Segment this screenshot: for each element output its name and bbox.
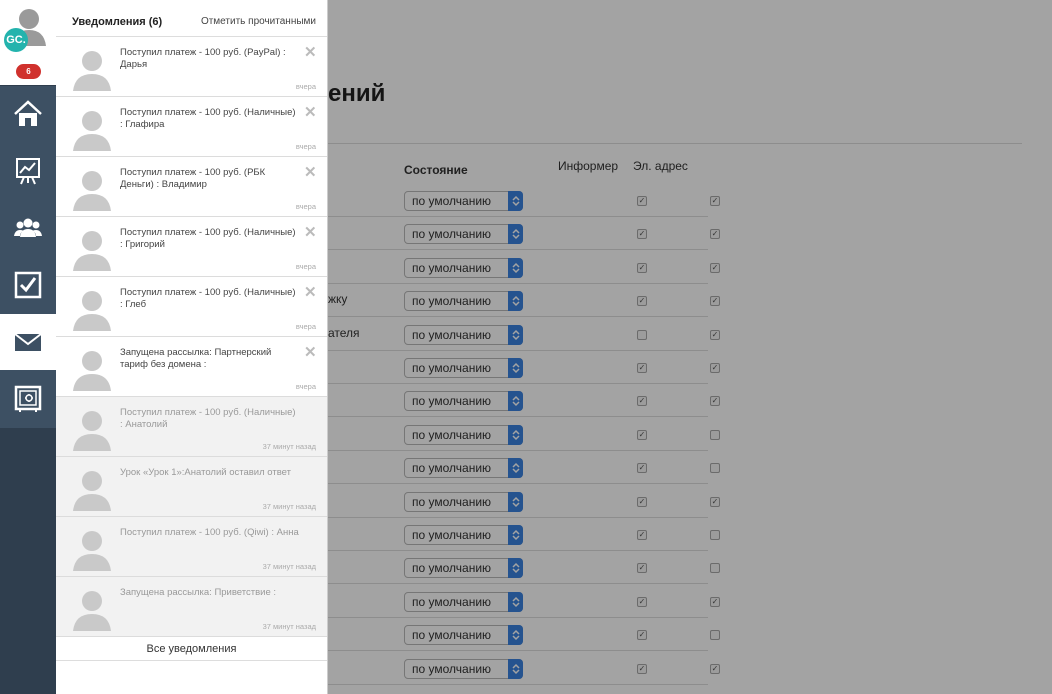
notification-text: Поступил платеж - 100 руб. (Наличные) : … (120, 287, 296, 310)
notification-time: вчера (295, 382, 316, 391)
notification-text: Запущена рассылка: Партнерский тариф без… (120, 347, 272, 370)
nav-tasks[interactable] (0, 257, 56, 313)
notification-time: вчера (295, 142, 316, 151)
user-menu[interactable]: GC. 6 (0, 0, 56, 85)
notification-time: 37 минут назад (262, 562, 316, 571)
notification-item[interactable]: Поступил платеж - 100 руб. (Наличные) : … (56, 217, 327, 277)
sender-avatar-icon (73, 231, 111, 271)
notification-text: Поступил платеж - 100 руб. (Наличные) : … (120, 227, 296, 250)
notifications-list: Поступил платеж - 100 руб. (PayPal) : Да… (56, 37, 327, 637)
sender-avatar-icon (73, 591, 111, 631)
notification-item[interactable]: Запущена рассылка: Партнерский тариф без… (56, 337, 327, 397)
notifications-title: Уведомления (6) (72, 16, 163, 28)
sender-avatar-icon (73, 531, 111, 571)
app-sidebar: GC. 6 (0, 0, 56, 694)
notification-item[interactable]: Поступил платеж - 100 руб. (PayPal) : Да… (56, 37, 327, 97)
notification-item[interactable]: Поступил платеж - 100 руб. (Наличные) : … (56, 397, 327, 457)
notification-text: Поступил платеж - 100 руб. (Наличные) : … (120, 107, 296, 130)
user-initials: GC. (4, 28, 28, 52)
nav-home[interactable] (0, 86, 56, 142)
notification-item[interactable]: Поступил платеж - 100 руб. (РБК Деньги) … (56, 157, 327, 217)
sender-avatar-icon (73, 171, 111, 211)
nav-safe[interactable] (0, 371, 56, 427)
dismiss-notification-icon[interactable]: ✕ (304, 165, 317, 180)
notification-text: Поступил платеж - 100 руб. (РБК Деньги) … (120, 167, 266, 190)
notification-time: вчера (295, 82, 316, 91)
notification-text: Поступил платеж - 100 руб. (PayPal) : Да… (120, 47, 286, 70)
notification-time: вчера (295, 202, 316, 211)
notification-item[interactable]: Поступил платеж - 100 руб. (Qiwi) : Анна… (56, 517, 327, 577)
dismiss-notification-icon[interactable]: ✕ (304, 105, 317, 120)
notification-time: вчера (295, 262, 316, 271)
notifications-panel: Уведомления (6) Отметить прочитанными По… (56, 0, 328, 694)
sender-avatar-icon (73, 111, 111, 151)
notification-time: вчера (295, 322, 316, 331)
mail-icon (14, 333, 42, 351)
notification-time: 37 минут назад (262, 502, 316, 511)
notification-item[interactable]: Поступил платеж - 100 руб. (Наличные) : … (56, 97, 327, 157)
mark-all-read-link[interactable]: Отметить прочитанными (201, 16, 316, 27)
sender-avatar-icon (73, 291, 111, 331)
notification-count-badge[interactable]: 6 (16, 64, 41, 79)
users-icon (14, 218, 42, 237)
home-icon (14, 100, 42, 126)
notification-text: Поступил платеж - 100 руб. (Наличные) : … (120, 407, 296, 430)
notification-item[interactable]: Урок «Урок 1»:Анатолий оставил ответ 37 м… (56, 457, 327, 517)
nav-users[interactable] (0, 200, 56, 256)
dismiss-notification-icon[interactable]: ✕ (304, 345, 317, 360)
notification-text: Запущена рассылка: Приветствие : (120, 587, 277, 598)
safe-icon (14, 385, 42, 412)
dismiss-notification-icon[interactable]: ✕ (304, 45, 317, 60)
dismiss-notification-icon[interactable]: ✕ (304, 225, 317, 240)
notification-time: 37 минут назад (262, 442, 316, 451)
notification-time: 37 минут назад (262, 622, 316, 631)
sender-avatar-icon (73, 51, 111, 91)
notification-item[interactable]: Запущена рассылка: Приветствие : 37 минут… (56, 577, 327, 637)
sender-avatar-icon (73, 471, 111, 511)
nav-messages[interactable] (0, 314, 56, 370)
notification-text: Поступил платеж - 100 руб. (Qiwi) : Анна (120, 527, 299, 538)
all-notifications-link[interactable]: Все уведомления (56, 637, 327, 661)
sender-avatar-icon (73, 411, 111, 451)
sender-avatar-icon (73, 351, 111, 391)
chart-icon (16, 158, 40, 185)
nav-statistics[interactable] (0, 143, 56, 199)
notification-item[interactable]: Поступил платеж - 100 руб. (Наличные) : … (56, 277, 327, 337)
checkbox-icon (14, 271, 42, 299)
notifications-header: Уведомления (6) Отметить прочитанными (56, 0, 327, 37)
dismiss-notification-icon[interactable]: ✕ (304, 285, 317, 300)
notification-text: Урок «Урок 1»:Анатолий оставил ответ (120, 467, 291, 478)
